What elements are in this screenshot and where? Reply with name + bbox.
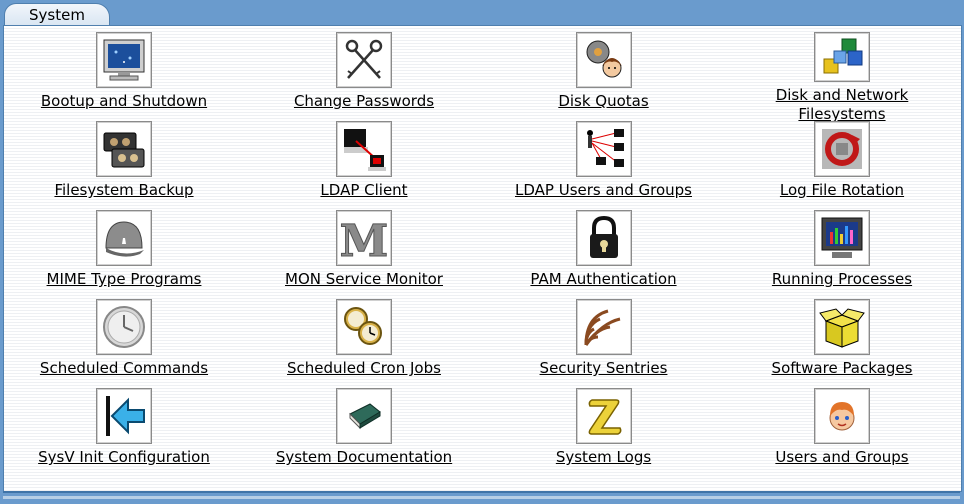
module-filesystem-backup[interactable]: Filesystem Backup bbox=[4, 121, 244, 210]
tab-system[interactable]: System bbox=[4, 3, 110, 26]
svg-text:M: M bbox=[340, 216, 388, 262]
module-grid: Bootup and Shutdown Change Passwords Dis… bbox=[4, 32, 961, 477]
module-change-passwords[interactable]: Change Passwords bbox=[244, 32, 484, 121]
back-arrow-icon[interactable] bbox=[96, 388, 152, 444]
module-label[interactable]: LDAP Users and Groups bbox=[515, 181, 692, 200]
module-label[interactable]: PAM Authentication bbox=[530, 270, 676, 289]
disk-user-icon[interactable] bbox=[575, 32, 632, 88]
module-label[interactable]: LDAP Client bbox=[320, 181, 407, 200]
ldap-client-icon[interactable] bbox=[336, 121, 392, 177]
monitor-icon[interactable] bbox=[96, 32, 152, 88]
module-scheduled-commands[interactable]: Scheduled Commands bbox=[4, 299, 244, 388]
footer-divider-light bbox=[3, 496, 960, 499]
module-log-file-rotation[interactable]: Log File Rotation bbox=[723, 121, 961, 210]
footer-divider bbox=[3, 491, 960, 493]
module-sysv-init-configuration[interactable]: SysV Init Configuration bbox=[4, 388, 244, 477]
module-label[interactable]: Log File Rotation bbox=[780, 181, 904, 200]
module-label[interactable]: Scheduled Cron Jobs bbox=[287, 359, 441, 378]
module-label[interactable]: System Logs bbox=[556, 448, 651, 467]
module-software-packages[interactable]: Software Packages bbox=[723, 299, 961, 388]
module-label[interactable]: Change Passwords bbox=[294, 92, 434, 111]
padlock-icon[interactable] bbox=[575, 210, 632, 266]
module-panel: Bootup and Shutdown Change Passwords Dis… bbox=[3, 25, 962, 492]
module-label[interactable]: MIME Type Programs bbox=[47, 270, 202, 289]
rotation-icon[interactable] bbox=[814, 121, 870, 177]
module-pam-authentication[interactable]: PAM Authentication bbox=[484, 210, 723, 299]
module-label[interactable]: Users and Groups bbox=[775, 448, 908, 467]
keys-icon[interactable] bbox=[336, 32, 392, 88]
module-disk-and-network-filesystems[interactable]: Disk and Network Filesystems bbox=[723, 32, 961, 124]
module-label[interactable]: Disk and Network Filesystems bbox=[757, 86, 927, 124]
process-monitor-icon[interactable] bbox=[814, 210, 870, 266]
clocks-icon[interactable] bbox=[336, 299, 392, 355]
module-label[interactable]: Bootup and Shutdown bbox=[41, 92, 207, 111]
module-system-logs[interactable]: System Logs bbox=[484, 388, 723, 477]
module-label[interactable]: Running Processes bbox=[772, 270, 912, 289]
radar-icon[interactable] bbox=[575, 299, 632, 355]
module-label[interactable]: Software Packages bbox=[772, 359, 913, 378]
module-security-sentries[interactable]: Security Sentries bbox=[484, 299, 723, 388]
letter-m-icon[interactable]: M bbox=[336, 210, 392, 266]
module-label[interactable]: MON Service Monitor bbox=[285, 270, 443, 289]
clock-icon[interactable] bbox=[96, 299, 152, 355]
module-system-documentation[interactable]: System Documentation bbox=[244, 388, 484, 477]
user-face-icon[interactable] bbox=[814, 388, 870, 444]
tab-bar: System bbox=[0, 0, 964, 26]
module-disk-quotas[interactable]: Disk Quotas bbox=[484, 32, 723, 121]
cap-icon[interactable] bbox=[96, 210, 152, 266]
module-scheduled-cron-jobs[interactable]: Scheduled Cron Jobs bbox=[244, 299, 484, 388]
module-ldap-client[interactable]: LDAP Client bbox=[244, 121, 484, 210]
module-label[interactable]: Filesystem Backup bbox=[54, 181, 193, 200]
scroll-icon[interactable] bbox=[575, 388, 632, 444]
tape-icon[interactable] bbox=[96, 121, 152, 177]
cubes-icon[interactable] bbox=[814, 32, 870, 82]
module-ldap-users-and-groups[interactable]: LDAP Users and Groups bbox=[484, 121, 723, 210]
network-users-icon[interactable] bbox=[575, 121, 632, 177]
module-label[interactable]: Scheduled Commands bbox=[40, 359, 208, 378]
module-mon-service-monitor[interactable]: M MON Service Monitor bbox=[244, 210, 484, 299]
module-running-processes[interactable]: Running Processes bbox=[723, 210, 961, 299]
book-icon[interactable] bbox=[336, 388, 392, 444]
module-label[interactable]: SysV Init Configuration bbox=[38, 448, 210, 467]
module-label[interactable]: Disk Quotas bbox=[558, 92, 648, 111]
module-label[interactable]: System Documentation bbox=[276, 448, 452, 467]
module-bootup-and-shutdown[interactable]: Bootup and Shutdown bbox=[4, 32, 244, 121]
module-label[interactable]: Security Sentries bbox=[540, 359, 668, 378]
box-icon[interactable] bbox=[814, 299, 870, 355]
module-users-and-groups[interactable]: Users and Groups bbox=[723, 388, 961, 477]
module-mime-type-programs[interactable]: MIME Type Programs bbox=[4, 210, 244, 299]
